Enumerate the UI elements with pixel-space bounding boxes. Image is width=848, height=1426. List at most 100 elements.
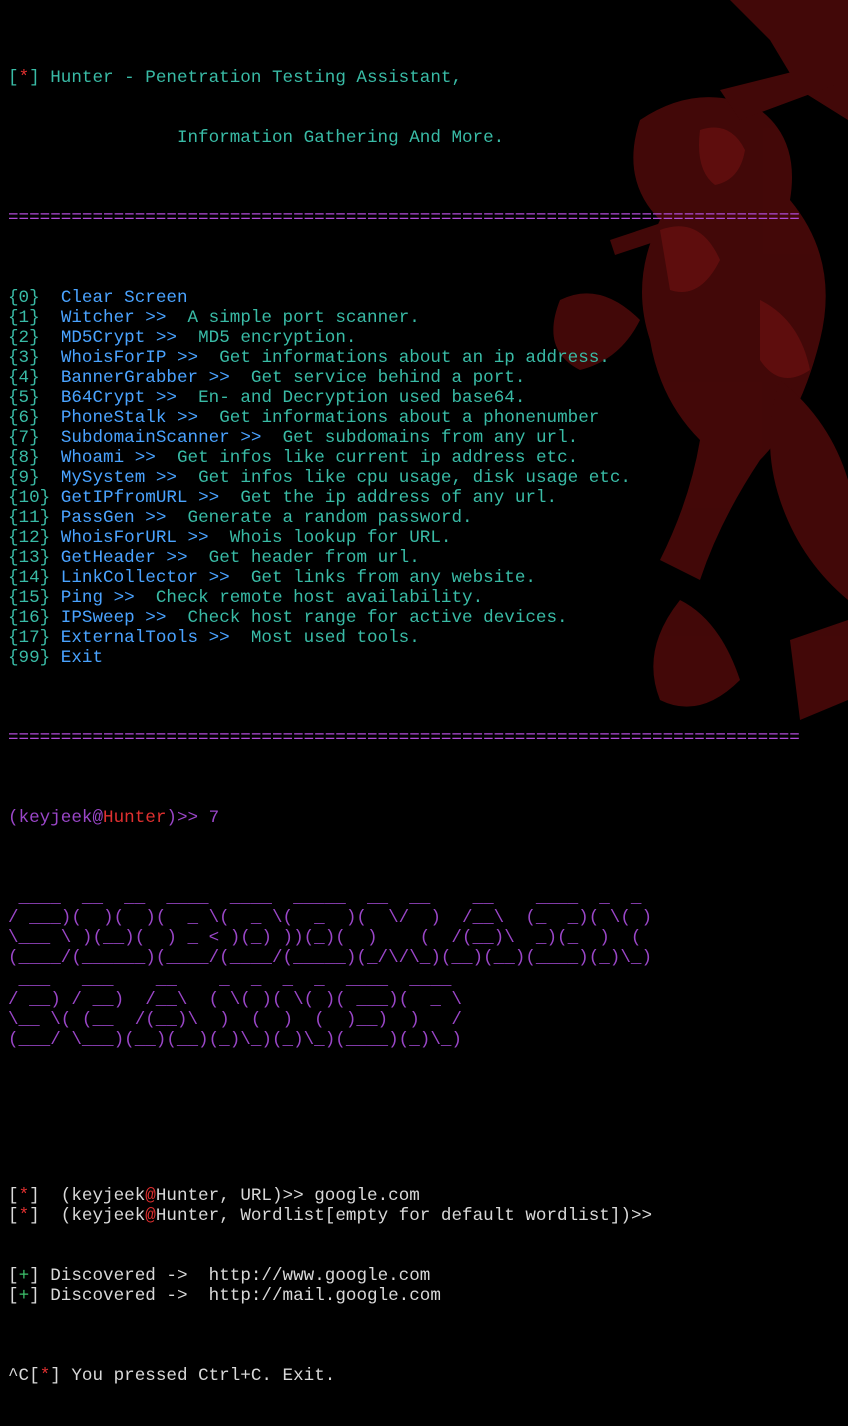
menu-item[interactable]: {8} Whoami >> Get infos like current ip … [8,448,848,468]
menu-item[interactable]: {7} SubdomainScanner >> Get subdomains f… [8,428,848,448]
menu-item-number: {13} [8,548,51,568]
menu-item[interactable]: {14} LinkCollector >> Get links from any… [8,568,848,588]
menu-item[interactable]: {3} WhoisForIP >> Get informations about… [8,348,848,368]
menu-item-name: ExternalTools [60,628,199,648]
result-line: [+] Discovered -> http://mail.google.com [8,1286,848,1306]
menu-item[interactable]: {10} GetIPfromURL >> Get the ip address … [8,488,848,508]
scan-prompt[interactable]: [*] (keyjeek@Hunter, URL)>> google.com [8,1186,848,1206]
result-url[interactable]: http://www.google.com [209,1266,431,1286]
menu-item-number: {14} [8,568,51,588]
menu-item-name: IPSweep [60,608,135,628]
menu-item-description: Get service behind a port. [250,368,526,388]
menu-item-arrow: >> [134,448,156,468]
header-subtitle-line: Information Gathering And More. [8,128,848,148]
menu-item[interactable]: {15} Ping >> Check remote host availabil… [8,588,848,608]
menu-item-arrow: >> [166,548,188,568]
menu-item-description: Get infos like current ip address etc. [176,448,579,468]
prompt-at: @ [145,1186,156,1206]
command-prompt[interactable]: (keyjeek@Hunter)>> 7 [8,808,848,828]
bracket: [ [8,1286,19,1306]
menu-item-description: En- and Decryption used base64. [198,388,526,408]
menu-item-description: Whois lookup for URL. [229,528,452,548]
exit-message: You pressed Ctrl+C. Exit. [71,1366,336,1386]
menu-item-arrow: >> [145,608,167,628]
menu-item-name: Exit [60,648,104,668]
subdomain-scanner-banner: ____ __ __ ____ ____ _____ __ __ __ ____… [8,888,848,1050]
menu-item-arrow: >> [187,528,209,548]
menu-item[interactable]: {5} B64Crypt >> En- and Decryption used … [8,388,848,408]
bracket: ] [29,1266,51,1286]
separator-bottom: ========================================… [8,728,800,748]
menu-item-number: {1} [8,308,40,328]
menu-item-number: {15} [8,588,51,608]
menu-item[interactable]: {6} PhoneStalk >> Get informations about… [8,408,848,428]
prompt-at: @ [145,1206,156,1226]
exit-line: ^C[*] You pressed Ctrl+C. Exit. [8,1366,336,1386]
menu-item-number: {0} [8,288,40,308]
menu-item-description: MD5 encryption. [198,328,357,348]
menu-item-arrow: >> [208,628,230,648]
menu-item-name: BannerGrabber [60,368,199,388]
prompt-suffix: )>> [272,1186,315,1206]
menu-item[interactable]: {0} Clear Screen [8,288,848,308]
bracket: ] ( [29,1186,72,1206]
menu-item[interactable]: {1} Witcher >> A simple port scanner. [8,308,848,328]
result-line: [+] Discovered -> http://www.google.com [8,1266,848,1286]
menu-item[interactable]: {17} ExternalTools >> Most used tools. [8,628,848,648]
menu-item[interactable]: {4} BannerGrabber >> Get service behind … [8,368,848,388]
menu-item-number: {3} [8,348,40,368]
menu-item-arrow: >> [145,508,167,528]
ctrl-c-echo: ^C [8,1366,30,1386]
menu-item[interactable]: {2} MD5Crypt >> MD5 encryption. [8,328,848,348]
menu-item-number: {12} [8,528,51,548]
menu-item[interactable]: {12} WhoisForURL >> Whois lookup for URL… [8,528,848,548]
prompt-user: keyjeek [18,808,93,828]
menu-item-name: MySystem [60,468,146,488]
menu-item[interactable]: {11} PassGen >> Generate a random passwo… [8,508,848,528]
menu-item-description: Check remote host availability. [155,588,484,608]
banner-art-line: ___ ___ __ _ _ _ _ ____ ____ [8,970,462,990]
punct: , [219,1206,241,1226]
menu-item-arrow: >> [155,468,177,488]
banner-art-line: ____ __ __ ____ ____ _____ __ __ __ ____… [8,888,653,908]
menu-item[interactable]: {9} MySystem >> Get infos like cpu usage… [8,468,848,488]
menu-item-description: Get the ip address of any url. [240,488,558,508]
menu-item-arrow: >> [208,368,230,388]
scan-prompts: [*] (keyjeek@Hunter, URL)>> google.com [*… [8,1186,848,1226]
menu-item-number: {6} [8,408,40,428]
menu-item[interactable]: {13} GetHeader >> Get header from url. [8,548,848,568]
bracket: [ [8,1206,19,1226]
app-title: Hunter - Penetration Testing Assistant, [50,68,463,88]
marker: * [39,1366,51,1386]
scan-prompt[interactable]: [*] (keyjeek@Hunter, Wordlist[empty for … [8,1206,848,1226]
prompt-input[interactable]: google.com [314,1186,420,1206]
menu-item[interactable]: {99} Exit [8,648,848,668]
prompt-context: URL [240,1186,272,1206]
prompt-host: Hunter [155,1206,220,1226]
menu-item[interactable]: {16} IPSweep >> Check host range for act… [8,608,848,628]
result-url[interactable]: http://mail.google.com [209,1286,441,1306]
